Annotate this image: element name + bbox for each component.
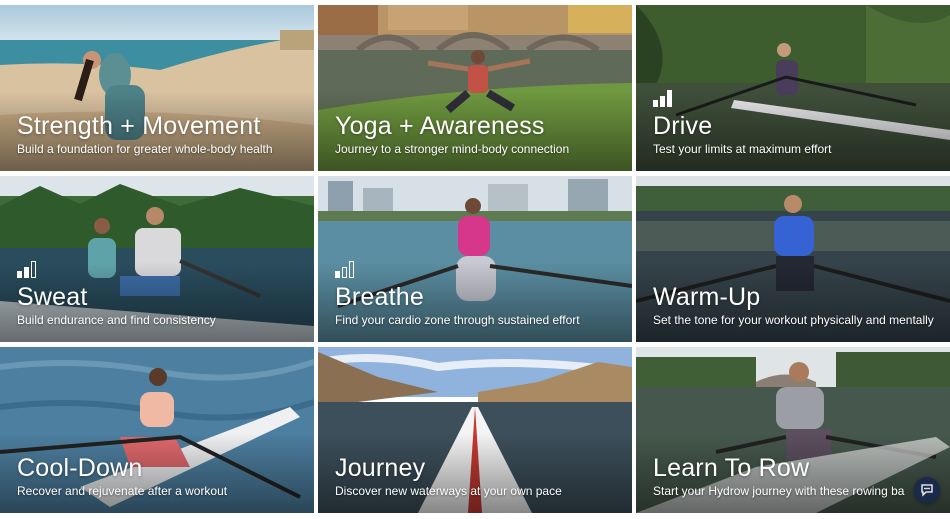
tile-subtitle: Test your limits at maximum effort — [653, 142, 832, 156]
tile-subtitle: Journey to a stronger mind-body connecti… — [335, 142, 570, 156]
tile-subtitle: Set the tone for your workout physically… — [653, 313, 934, 327]
tile-title: Breathe — [335, 283, 424, 311]
intensity-level-icon — [653, 90, 673, 107]
intensity-level-icon — [335, 261, 355, 278]
tile-title: Strength + Movement — [17, 112, 261, 140]
chat-dots-icon — [921, 484, 933, 497]
tile-strength-movement[interactable]: Strength + Movement Build a foundation f… — [0, 5, 314, 171]
tile-breathe[interactable]: Breathe Find your cardio zone through su… — [318, 176, 632, 342]
tile-journey[interactable]: Journey Discover new waterways at your o… — [318, 347, 632, 513]
tile-subtitle: Discover new waterways at your own pace — [335, 484, 562, 498]
tile-title: Yoga + Awareness — [335, 112, 545, 140]
tile-title: Sweat — [17, 283, 88, 311]
tile-yoga-awareness[interactable]: Yoga + Awareness Journey to a stronger m… — [318, 5, 632, 171]
tile-subtitle: Build a foundation for greater whole-bod… — [17, 142, 273, 156]
tile-drive[interactable]: Drive Test your limits at maximum effort — [636, 5, 950, 171]
tile-subtitle: Start your Hydrow journey with these row… — [653, 484, 905, 498]
tile-title: Cool-Down — [17, 454, 143, 482]
tile-sweat[interactable]: Sweat Build endurance and find consisten… — [0, 176, 314, 342]
tile-title: Learn To Row — [653, 454, 810, 482]
tile-subtitle: Build endurance and find consistency — [17, 313, 216, 327]
tile-learn-to-row[interactable]: Learn To Row Start your Hydrow journey w… — [636, 347, 950, 513]
chat-bubble-icon[interactable] — [914, 477, 940, 503]
tile-cool-down[interactable]: Cool-Down Recover and rejuvenate after a… — [0, 347, 314, 513]
tile-title: Drive — [653, 112, 713, 140]
tile-title: Journey — [335, 454, 426, 482]
intensity-level-icon — [17, 261, 37, 278]
tile-subtitle: Find your cardio zone through sustained … — [335, 313, 580, 327]
tile-subtitle: Recover and rejuvenate after a workout — [17, 484, 228, 498]
tile-warm-up[interactable]: Warm-Up Set the tone for your workout ph… — [636, 176, 950, 342]
workout-category-grid: Strength + Movement Build a foundation f… — [0, 5, 950, 515]
tile-title: Warm-Up — [653, 283, 761, 311]
